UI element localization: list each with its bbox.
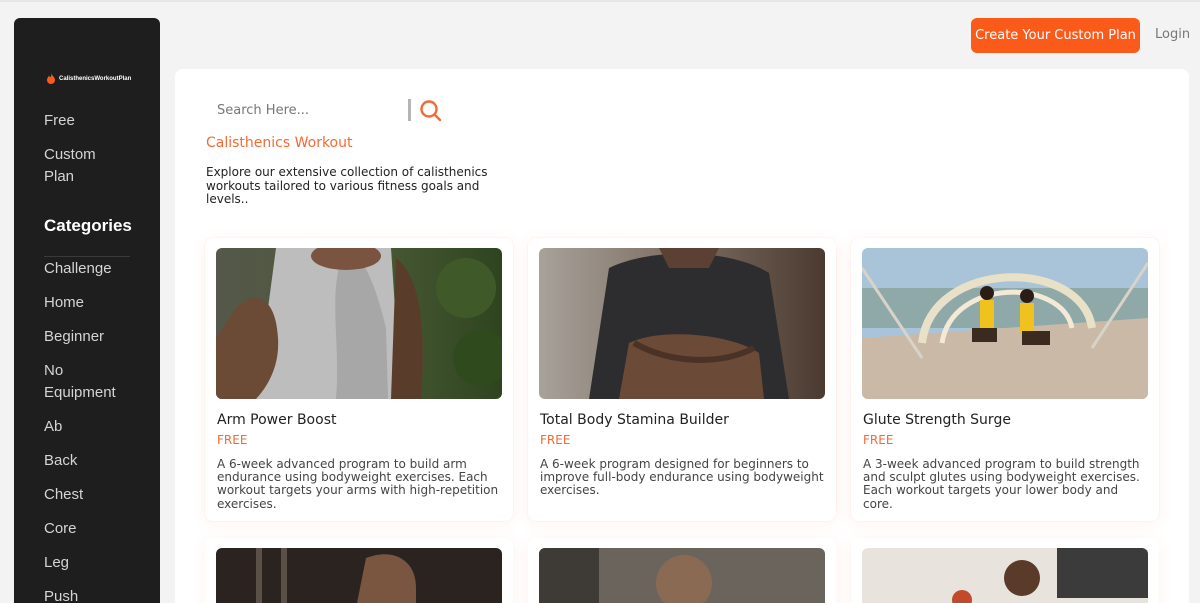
sidebar-item-leg[interactable]: Leg [44,552,154,574]
card-title[interactable]: Total Body Stamina Builder [540,412,830,428]
categories-divider [44,256,130,257]
brand-name: CalisthenicsWorkoutPlan [59,75,132,82]
sidebar-item-free[interactable]: Free [44,110,154,132]
section-title: Calisthenics Workout [206,135,353,151]
sidebar-item-ab[interactable]: Ab [44,416,154,438]
sidebar: CalisthenicsWorkoutPlan Free Custom Plan… [14,18,160,603]
login-link[interactable]: Login [1155,27,1190,42]
brand-logo[interactable]: CalisthenicsWorkoutPlan [46,73,131,84]
card-title[interactable]: Glute Strength Surge [863,412,1153,428]
sidebar-item-no-equipment[interactable]: No Equipment [44,360,124,404]
workout-card-glute-strength-surge[interactable]: Glute Strength Surge FREE A 3-week advan… [851,238,1159,521]
sidebar-item-core[interactable]: Core [44,518,154,540]
sidebar-item-challenge[interactable]: Challenge [44,258,154,280]
create-custom-plan-button[interactable]: Create Your Custom Plan [971,18,1140,53]
sidebar-item-home[interactable]: Home [44,292,154,314]
card-image [539,548,825,603]
sidebar-item-push[interactable]: Push [44,586,154,603]
workout-card-partial[interactable] [205,538,513,603]
flame-icon [47,73,55,84]
card-description: A 3-week advanced program to build stren… [863,457,1140,511]
workout-card-total-body-stamina-builder[interactable]: Total Body Stamina Builder FREE A 6-week… [528,238,836,521]
card-badge: FREE [217,433,248,447]
card-image [216,248,502,399]
top-border [0,0,1200,2]
card-description: A 6-week advanced program to build arm e… [217,457,499,511]
search-icon[interactable] [419,99,443,123]
card-image [862,248,1148,399]
card-image [539,248,825,399]
sidebar-item-beginner[interactable]: Beginner [44,326,154,348]
categories-heading: Categories [44,216,132,235]
card-title[interactable]: Arm Power Boost [217,412,507,428]
sidebar-item-custom-plan[interactable]: Custom Plan [44,144,114,188]
card-image [216,548,502,603]
sidebar-item-chest[interactable]: Chest [44,484,154,506]
workout-card-partial[interactable] [851,538,1159,603]
search-input[interactable] [217,101,402,119]
sidebar-item-back[interactable]: Back [44,450,154,472]
card-badge: FREE [540,433,571,447]
card-badge: FREE [863,433,894,447]
search-divider [408,99,411,121]
workout-card-partial[interactable] [528,538,836,603]
section-description: Explore our extensive collection of cali… [206,165,488,206]
card-description: A 6-week program designed for beginners … [540,457,824,498]
workout-card-arm-power-boost[interactable]: Arm Power Boost FREE A 6-week advanced p… [205,238,513,521]
card-image [862,548,1148,603]
